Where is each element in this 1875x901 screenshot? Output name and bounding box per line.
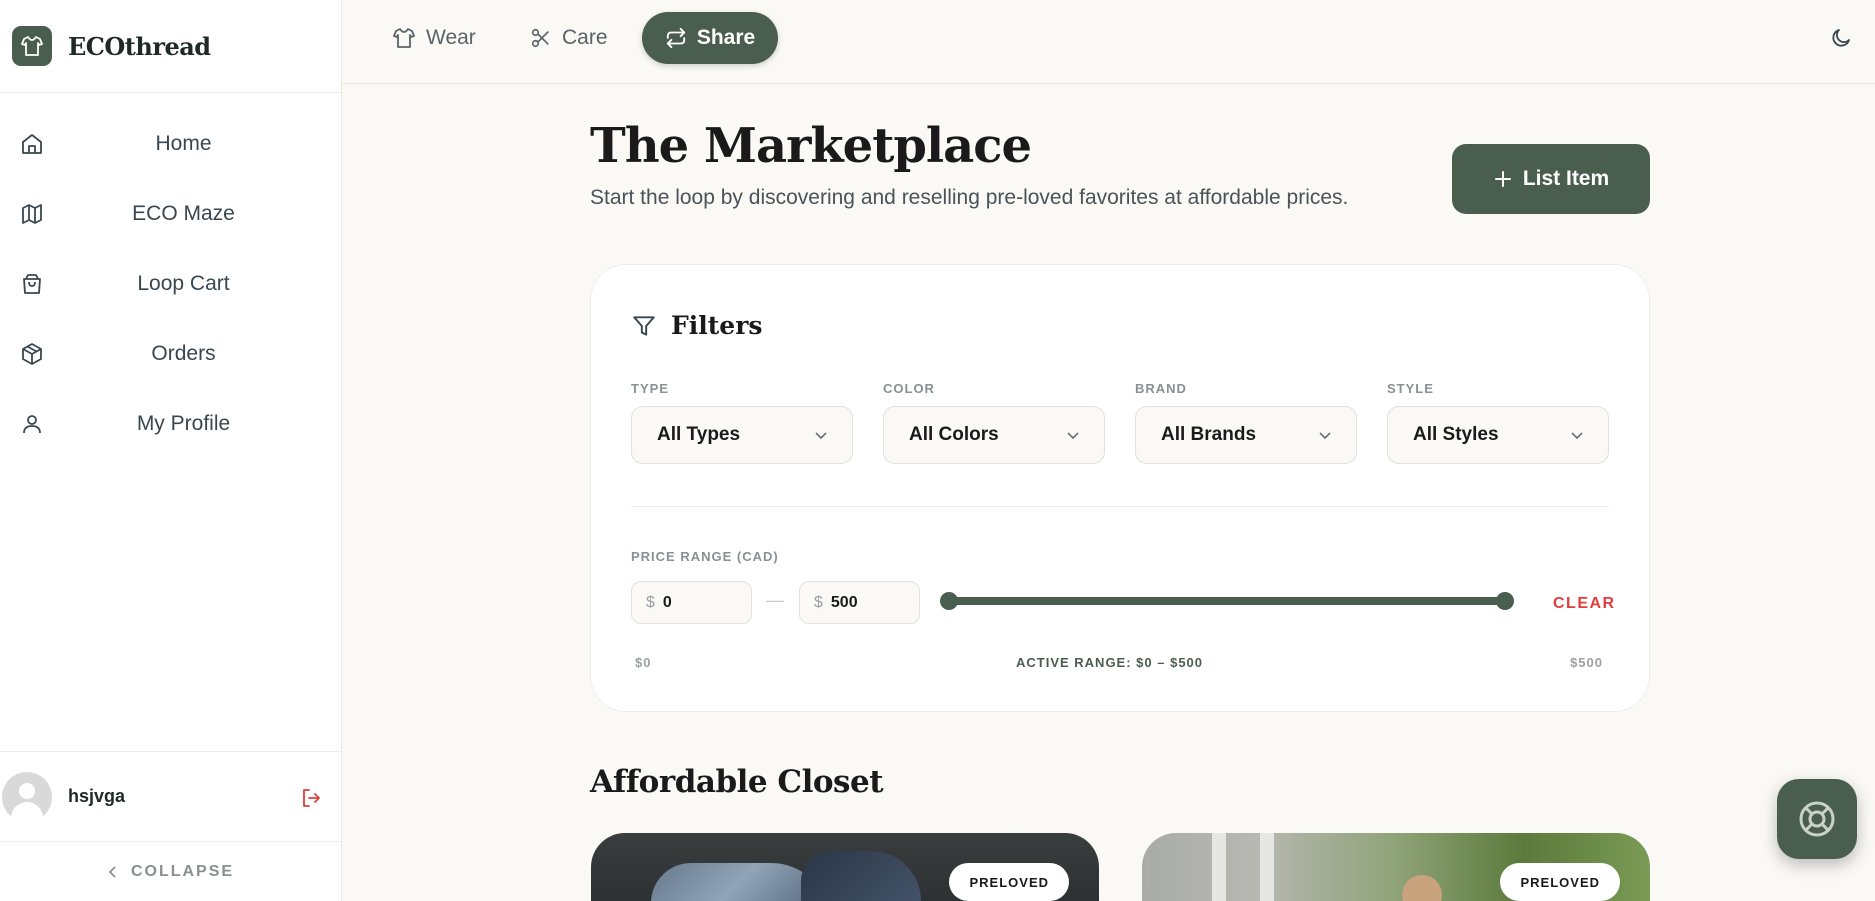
brand-value: All Brands xyxy=(1161,424,1257,445)
brand-label: BRAND xyxy=(1135,381,1187,396)
sidebar-item-label: Orders xyxy=(151,342,216,365)
currency-symbol: $ xyxy=(814,593,823,611)
page-title: The Marketplace xyxy=(590,118,1032,174)
style-filter: STYLE All Styles xyxy=(1387,381,1609,464)
product-card[interactable]: PRELOVED xyxy=(1142,833,1650,901)
filters-panel: Filters TYPE All Types COLOR All Colors … xyxy=(590,264,1650,712)
plus-icon xyxy=(1494,171,1511,187)
sidebar-item-label: Loop Cart xyxy=(137,272,230,295)
map-icon xyxy=(22,204,42,224)
type-value: All Types xyxy=(657,424,741,445)
chevron-down-icon xyxy=(1067,432,1079,440)
collapse-label: COLLAPSE xyxy=(130,863,235,880)
package-icon xyxy=(22,343,42,365)
home-icon xyxy=(22,134,42,154)
color-filter: COLOR All Colors xyxy=(883,381,1105,464)
preloved-badge: PRELOVED xyxy=(949,863,1069,901)
sidebar-nav: Home ECO Maze Loop Cart Orders My Profil… xyxy=(0,93,341,459)
currency-symbol: $ xyxy=(646,593,655,611)
sidebar-item-my-profile[interactable]: My Profile xyxy=(0,389,341,459)
range-min-label: $0 xyxy=(635,655,652,670)
product-card[interactable]: PRELOVED xyxy=(591,833,1099,901)
brand-filter: BRAND All Brands xyxy=(1135,381,1357,464)
range-separator: — xyxy=(766,590,784,610)
price-range-label: PRICE RANGE (CAD) xyxy=(631,549,779,564)
filters-heading: Filters xyxy=(671,311,763,340)
price-min-value: 0 xyxy=(662,593,672,611)
shirt-icon xyxy=(393,28,415,48)
style-value: All Styles xyxy=(1413,424,1499,445)
moon-icon[interactable] xyxy=(1829,26,1853,50)
type-select[interactable]: All Types xyxy=(631,406,853,464)
brand-select[interactable]: All Brands xyxy=(1135,406,1357,464)
support-icon xyxy=(1799,801,1835,837)
chevron-down-icon xyxy=(1571,432,1583,440)
active-range-label: ACTIVE RANGE: $0 – $500 xyxy=(1016,655,1204,670)
product-image xyxy=(1402,875,1442,901)
price-max-value: 500 xyxy=(830,593,858,611)
logout-icon[interactable] xyxy=(299,786,323,810)
tab-label: Care xyxy=(562,26,608,49)
slider-thumb-max[interactable] xyxy=(1496,592,1514,610)
chevron-down-icon xyxy=(815,432,827,440)
price-range-slider[interactable] xyxy=(940,592,1514,610)
shopping-bag-icon xyxy=(23,274,41,294)
chevron-left-icon xyxy=(108,866,116,878)
filter-icon xyxy=(633,315,655,336)
scissors-icon xyxy=(531,28,549,48)
price-max-input[interactable]: $ 500 xyxy=(799,581,920,624)
list-item-button[interactable]: List Item xyxy=(1452,144,1650,214)
tab-share[interactable]: Share xyxy=(642,12,778,64)
collapse-button[interactable]: COLLAPSE xyxy=(0,843,341,901)
preloved-badge: PRELOVED xyxy=(1500,863,1620,901)
user-icon xyxy=(23,415,41,434)
filters-divider xyxy=(631,506,1609,507)
range-max-label: $500 xyxy=(1570,655,1603,670)
sidebar-item-label: ECO Maze xyxy=(132,202,235,225)
sidebar-item-label: My Profile xyxy=(136,412,231,435)
shirt-icon xyxy=(12,26,52,66)
tab-label: Wear xyxy=(426,26,476,49)
style-label: STYLE xyxy=(1387,381,1434,396)
type-filter: TYPE All Types xyxy=(631,381,853,464)
brand[interactable]: ECOthread xyxy=(0,0,341,93)
filters-header: Filters xyxy=(631,311,762,340)
sidebar-item-eco-maze[interactable]: ECO Maze xyxy=(0,179,341,249)
list-item-label: List Item xyxy=(1522,167,1610,190)
username: hsjvga xyxy=(68,786,126,806)
color-select[interactable]: All Colors xyxy=(883,406,1105,464)
clear-filters-button[interactable]: CLEAR xyxy=(1553,595,1616,613)
tab-wear[interactable]: Wear xyxy=(392,12,476,64)
sidebar: ECOthread Home ECO Maze Loop Cart Orders… xyxy=(0,0,342,901)
sidebar-item-label: Home xyxy=(155,132,212,155)
slider-thumb-min[interactable] xyxy=(940,592,958,610)
brand-name: ECOthread xyxy=(68,31,211,61)
style-select[interactable]: All Styles xyxy=(1387,406,1609,464)
sidebar-item-home[interactable]: Home xyxy=(0,109,341,179)
top-bar: Wear Care Share xyxy=(342,0,1875,84)
chevron-down-icon xyxy=(1319,432,1331,440)
sidebar-item-orders[interactable]: Orders xyxy=(0,319,341,389)
sidebar-item-loop-cart[interactable]: Loop Cart xyxy=(0,249,341,319)
avatar[interactable] xyxy=(2,771,52,822)
chat-assistant-button[interactable] xyxy=(1777,779,1857,859)
color-value: All Colors xyxy=(909,424,999,445)
user-profile-row: hsjvga xyxy=(0,751,341,842)
price-min-input[interactable]: $ 0 xyxy=(631,581,752,624)
tab-label: Share xyxy=(696,26,756,49)
slider-fill xyxy=(949,597,1505,605)
type-label: TYPE xyxy=(631,381,669,396)
tab-care[interactable]: Care xyxy=(530,12,608,64)
section-title: Affordable Closet xyxy=(590,764,884,800)
repeat-icon xyxy=(666,27,685,49)
color-label: COLOR xyxy=(883,381,935,396)
page-subtitle: Start the loop by discovering and resell… xyxy=(590,186,1349,209)
